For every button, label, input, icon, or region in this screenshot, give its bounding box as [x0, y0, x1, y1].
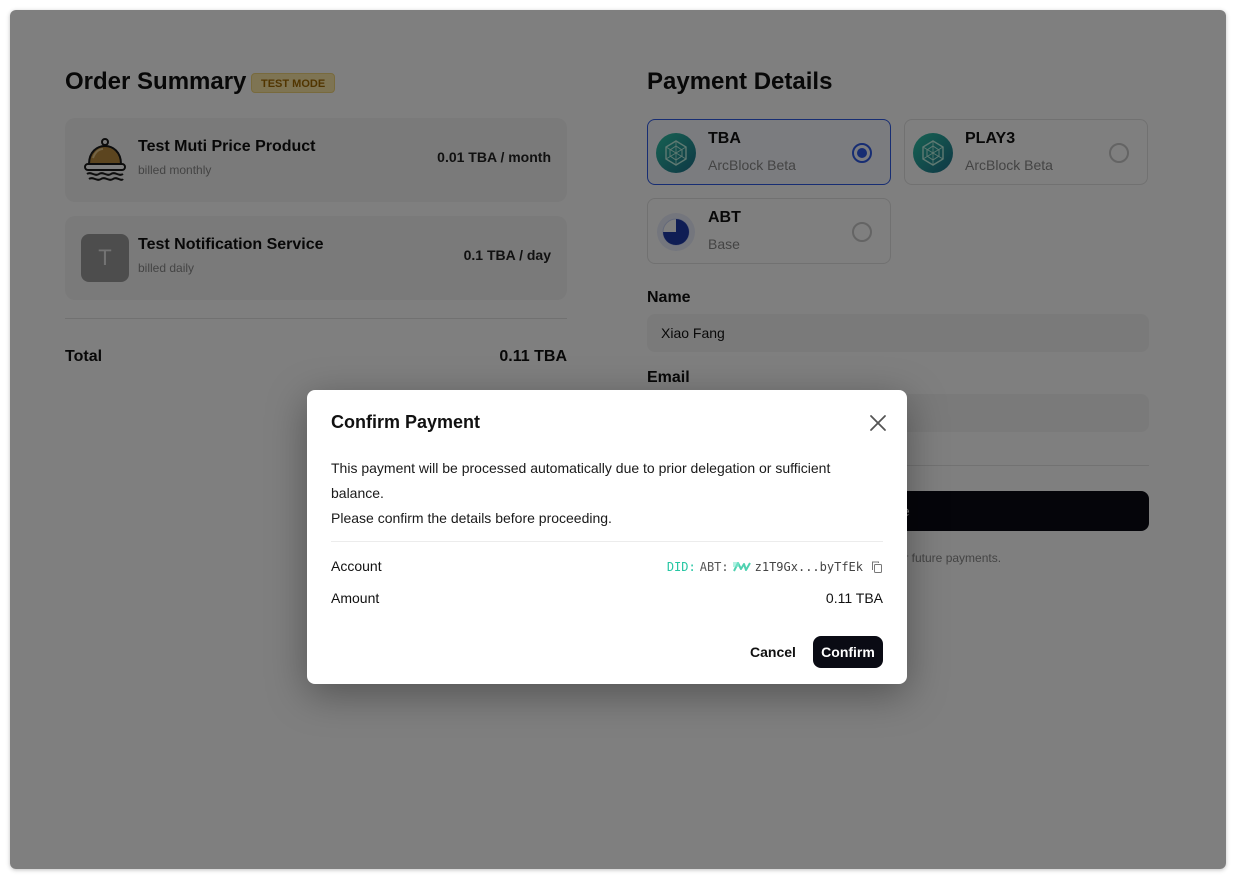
confirm-button[interactable]: Confirm [813, 636, 883, 668]
cancel-button[interactable]: Cancel [744, 636, 802, 668]
dialog-message-line: This payment will be processed automatic… [331, 460, 831, 501]
did-avatar-icon [732, 561, 751, 573]
copy-icon[interactable] [871, 561, 883, 573]
did-address: DID: ABT: z1T9Gx...byTfEk [667, 558, 883, 576]
dialog-message: This payment will be processed automatic… [331, 456, 883, 531]
did-network: ABT: [699, 560, 729, 574]
dialog-title: Confirm Payment [331, 412, 481, 432]
close-icon[interactable] [867, 412, 889, 434]
amount-label: Amount [331, 590, 380, 606]
did-prefix: DID: [666, 560, 696, 574]
dialog-message-line: Please confirm the details before procee… [331, 510, 612, 526]
did-value: z1T9Gx...byTfEk [754, 560, 863, 574]
dialog-divider [331, 541, 883, 542]
account-label: Account [331, 558, 382, 574]
confirm-payment-dialog: Confirm Payment This payment will be pro… [307, 390, 907, 684]
amount-value: 0.11 TBA [825, 590, 883, 606]
